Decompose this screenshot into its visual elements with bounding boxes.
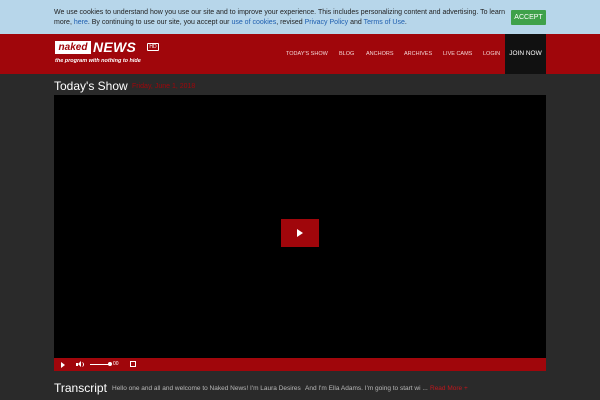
volume-slider-handle[interactable] [108, 362, 112, 366]
nav-archives[interactable]: ARCHIVES [404, 34, 432, 74]
cookie-text-2: . By continuing to use our site, you acc… [87, 19, 232, 26]
read-more-link[interactable]: Read More + [430, 385, 468, 393]
terms-of-use-link[interactable]: Terms of Use [364, 19, 405, 26]
logo-tagline: the program with nothing to hide [55, 58, 141, 64]
cookie-here-link[interactable]: here [74, 19, 88, 26]
logo-naked: naked [55, 41, 91, 54]
join-now-button[interactable]: JOIN NOW [505, 34, 546, 74]
volume-icon[interactable] [76, 361, 84, 368]
control-play-icon[interactable] [61, 362, 65, 368]
play-icon [297, 229, 303, 237]
nav-live-cams[interactable]: LIVE CAMS [443, 34, 472, 74]
cookie-banner: We use cookies to understand how you use… [0, 0, 600, 34]
naked-news-logo[interactable]: naked NEWS HD the program with nothing t… [55, 39, 165, 69]
transcript-text: Hello one and all and welcome to Naked N… [112, 385, 301, 392]
privacy-policy-link[interactable]: Privacy Policy [305, 19, 349, 26]
show-date: Friday, June 1, 2018 [132, 83, 196, 90]
transcript-heading: Transcript [54, 381, 107, 395]
accept-cookies-button[interactable]: ACCEPT [511, 10, 546, 25]
nav-anchors[interactable]: ANCHORS [366, 34, 394, 74]
cookie-message: We use cookies to understand how you use… [54, 8, 506, 28]
volume-slider[interactable] [90, 364, 110, 365]
page-title: Today's Show [54, 79, 128, 93]
player-controls: 00 [54, 358, 546, 371]
video-player[interactable] [54, 95, 546, 358]
transcript-text-2: And I'm Ella Adams. I'm going to start w… [305, 385, 428, 392]
cookie-text-4: and [348, 19, 364, 26]
logo-hd-badge: HD [147, 43, 159, 51]
nav-blog[interactable]: BLOG [339, 34, 354, 74]
cookie-text-3: , revised [276, 19, 305, 26]
cookie-text-5: . [404, 19, 407, 26]
cookie-use-link[interactable]: use of cookies [231, 19, 276, 26]
big-play-button[interactable] [281, 219, 319, 247]
nav-login[interactable]: LOGIN [483, 34, 500, 74]
fullscreen-icon[interactable] [130, 361, 136, 367]
nav-todays-show[interactable]: TODAY'S SHOW [286, 34, 328, 74]
logo-news: NEWS [93, 39, 137, 55]
volume-value: 00 [113, 361, 119, 367]
